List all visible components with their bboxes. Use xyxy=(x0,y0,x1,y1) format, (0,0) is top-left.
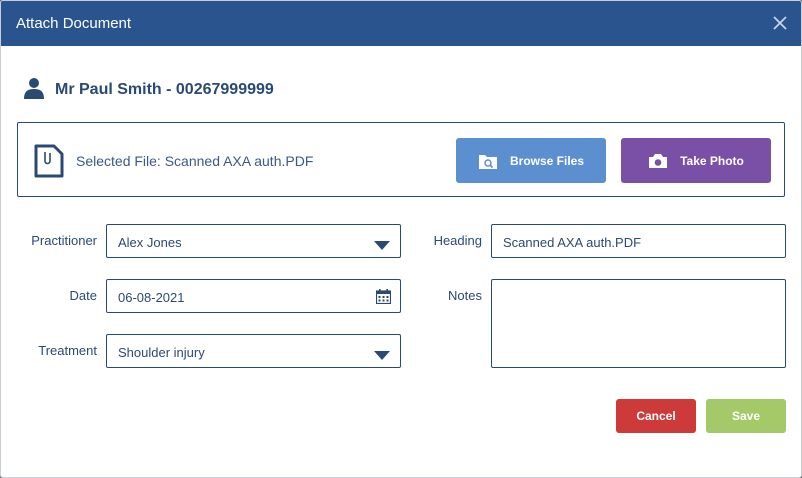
date-input[interactable]: 06-08-2021 xyxy=(106,279,401,313)
heading-input[interactable]: Scanned AXA auth.PDF xyxy=(491,224,786,258)
heading-value: Scanned AXA auth.PDF xyxy=(503,235,642,250)
practitioner-select[interactable]: Alex Jones xyxy=(106,224,401,258)
document-icon xyxy=(34,144,64,183)
cancel-button[interactable]: Cancel xyxy=(616,399,696,433)
search-folder-icon xyxy=(478,152,498,170)
notes-label: Notes xyxy=(448,288,482,303)
patient-header: Mr Paul Smith - 00267999999 xyxy=(23,77,274,104)
treatment-select[interactable]: Shoulder injury xyxy=(106,334,401,368)
practitioner-value: Alex Jones xyxy=(118,235,182,250)
calendar-icon[interactable] xyxy=(375,289,392,307)
patient-name: Mr Paul Smith - 00267999999 xyxy=(55,81,274,98)
camera-icon xyxy=(648,153,668,169)
treatment-value: Shoulder injury xyxy=(118,345,205,360)
selected-file-text: Selected File: Scanned AXA auth.PDF xyxy=(76,153,314,169)
treatment-label: Treatment xyxy=(38,343,97,358)
user-icon xyxy=(23,77,45,104)
take-photo-label: Take Photo xyxy=(680,153,744,168)
practitioner-label: Practitioner xyxy=(31,233,97,248)
file-selection-panel: Selected File: Scanned AXA auth.PDF Brow… xyxy=(17,122,785,197)
chevron-down-icon xyxy=(374,238,390,253)
browse-files-label: Browse Files xyxy=(509,153,585,168)
take-photo-button[interactable]: Take Photo xyxy=(621,138,771,183)
save-button[interactable]: Save xyxy=(706,399,786,433)
date-label: Date xyxy=(69,288,97,303)
dialog-titlebar: Attach Document xyxy=(1,1,801,46)
attach-document-dialog: Attach Document Mr Paul Smith - 00267999… xyxy=(0,0,802,478)
notes-textarea[interactable] xyxy=(491,279,786,368)
close-icon[interactable] xyxy=(771,14,789,32)
date-value: 06-08-2021 xyxy=(118,290,185,305)
dialog-title: Attach Document xyxy=(16,15,132,32)
heading-label: Heading xyxy=(433,233,482,248)
chevron-down-icon xyxy=(374,348,390,363)
browse-files-button[interactable]: Browse Files xyxy=(456,138,606,183)
